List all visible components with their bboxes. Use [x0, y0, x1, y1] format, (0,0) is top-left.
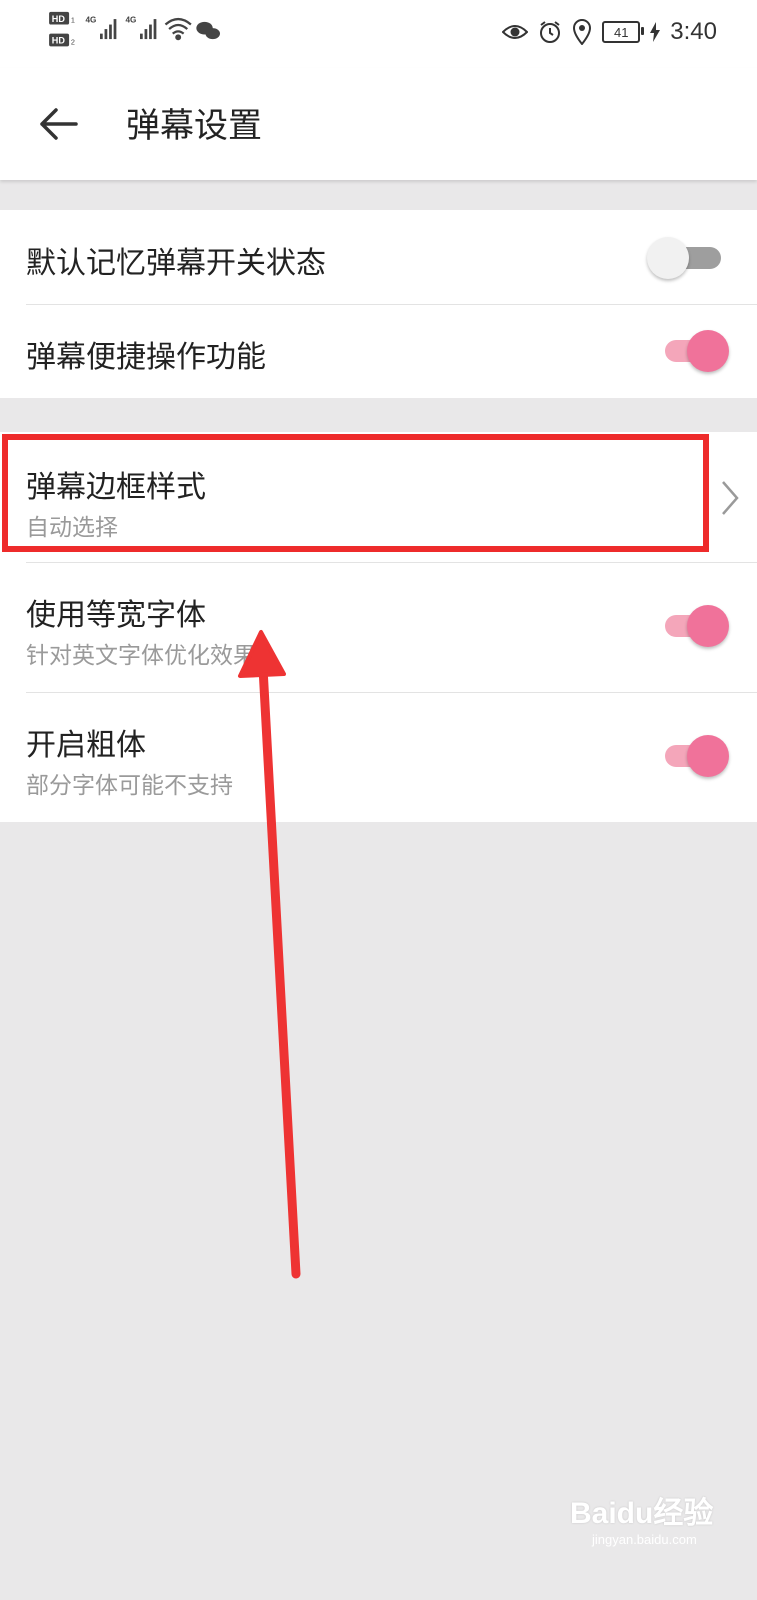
toggle-thumb: [687, 605, 729, 647]
toggle-thumb: [687, 330, 729, 372]
status-bar: HD 1 HD 2 4G 4G 41 3:40: [0, 0, 757, 68]
battery-level: 41: [614, 24, 629, 40]
location-icon: [573, 19, 592, 45]
eye-icon: [502, 25, 529, 39]
hd-sim1-icon: HD 1: [49, 11, 75, 25]
status-right-icons: 41 3:40: [502, 14, 717, 50]
svg-text:1: 1: [71, 16, 75, 25]
setting-desc: 部分字体可能不支持: [26, 773, 233, 799]
setting-value: 自动选择: [26, 515, 118, 541]
quick-ops-toggle[interactable]: [661, 329, 729, 373]
setting-remember-state[interactable]: 默认记忆弹幕开关状态: [0, 210, 757, 304]
setting-label: 使用等宽字体: [26, 598, 206, 633]
toggle-thumb: [687, 735, 729, 777]
status-time: 3:40: [670, 18, 717, 45]
baidu-watermark-url: jingyan.baidu.com: [592, 1532, 697, 1547]
signal-4g-icon: 4G: [85, 16, 117, 40]
hd-sim2-icon: HD 2: [49, 33, 75, 47]
battery-icon: 41: [602, 21, 645, 43]
svg-text:4G: 4G: [85, 16, 96, 25]
monospace-toggle[interactable]: [661, 604, 729, 648]
setting-desc: 针对英文字体优化效果: [26, 643, 256, 669]
setting-bold[interactable]: 开启粗体 部分字体可能不支持: [0, 692, 757, 822]
svg-text:HD: HD: [52, 36, 66, 46]
svg-text:4G: 4G: [125, 16, 136, 25]
setting-label: 弹幕边框样式: [26, 470, 206, 505]
wifi-icon: [164, 17, 192, 41]
app-bar: 弹幕设置: [0, 68, 757, 180]
remember-state-toggle[interactable]: [647, 236, 725, 280]
charging-icon: [650, 22, 661, 42]
toggle-thumb: [647, 237, 689, 279]
setting-label: 弹幕便捷操作功能: [26, 340, 266, 375]
svg-text:HD: HD: [52, 14, 66, 24]
settings-group-toggles: 默认记忆弹幕开关状态 弹幕便捷操作功能: [0, 210, 757, 398]
svg-text:2: 2: [71, 38, 75, 47]
signal-4g-icon: 4G: [125, 16, 157, 40]
setting-monospace[interactable]: 使用等宽字体 针对英文字体优化效果: [0, 562, 757, 692]
status-left-icons: HD 1 HD 2 4G 4G: [49, 11, 220, 47]
alarm-icon: [540, 21, 561, 43]
setting-border-style[interactable]: 弹幕边框样式 自动选择: [0, 432, 757, 562]
page-title: 弹幕设置: [126, 106, 262, 146]
chevron-right-icon: [722, 481, 739, 515]
arrow-left-icon[interactable]: [36, 102, 80, 146]
setting-quick-ops[interactable]: 弹幕便捷操作功能: [0, 304, 757, 398]
setting-label: 默认记忆弹幕开关状态: [26, 246, 326, 281]
wechat-icon: [196, 21, 220, 40]
settings-group-font: 弹幕边框样式 自动选择 使用等宽字体 针对英文字体优化效果 开启粗体 部分字体可…: [0, 432, 757, 822]
bold-toggle[interactable]: [661, 734, 729, 778]
setting-label: 开启粗体: [26, 728, 146, 763]
baidu-watermark: Baidu经验: [570, 1497, 714, 1530]
